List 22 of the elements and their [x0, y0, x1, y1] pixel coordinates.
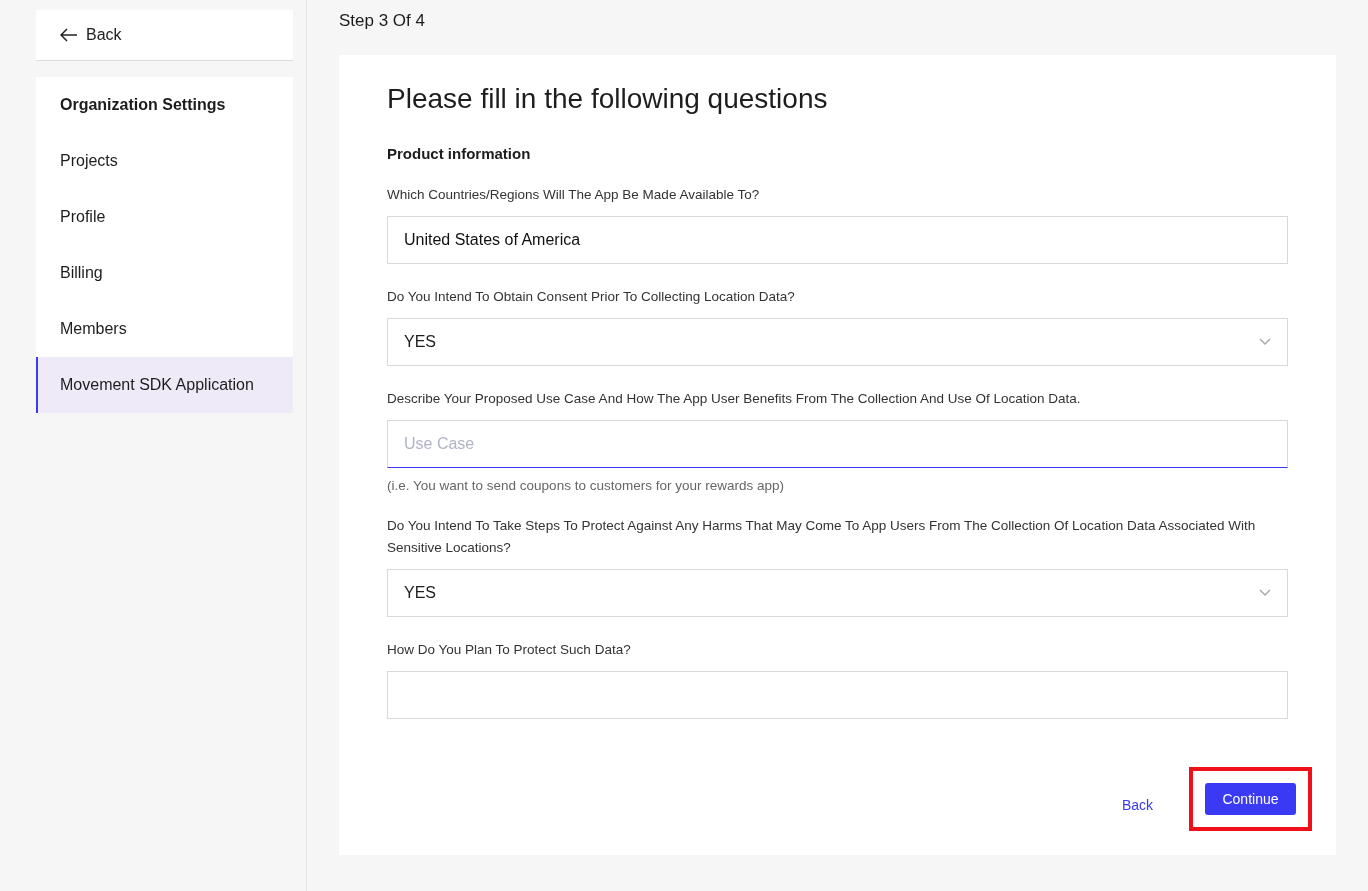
left-arrow-icon — [60, 28, 78, 42]
select-field[interactable]: YES — [387, 318, 1288, 366]
input-field[interactable]: Use Case — [387, 420, 1288, 468]
menu-item[interactable]: Movement SDK Application — [36, 357, 293, 413]
back-link[interactable]: Back — [60, 26, 122, 44]
back-link[interactable]: Back — [1121, 797, 1153, 813]
continue-button[interactable]: Continue — [1205, 783, 1296, 815]
menu-heading: Organization Settings — [59, 95, 227, 115]
field-label: How Do You Plan To Protect Such Data? — [387, 641, 632, 659]
chevron-down-icon — [1259, 589, 1271, 597]
field-label: Which Countries/Regions Will The App Be Made Available To? — [387, 186, 761, 204]
section-heading: Product information — [387, 145, 532, 162]
chevron-down-icon — [1259, 338, 1271, 346]
step-indicator: Step 3 Of 4 — [339, 10, 426, 32]
select-field[interactable]: YES — [387, 569, 1288, 617]
field-hint: (i.e. You want to send coupons to customers for your rewards app) — [387, 478, 785, 493]
input-field[interactable]: United States of America — [387, 216, 1288, 264]
field-label: Do You Intend To Obtain Consent Prior To Collecting Location Data? — [387, 288, 796, 306]
field-label: Describe Your Proposed Use Case And How The App User Benefits From The Collection And Use Of Location Data. — [387, 390, 1082, 408]
form-title: Please fill in the following questions — [387, 83, 829, 115]
field-label: Do You Intend To Take Steps To Protect Against Any Harms That May Come To App Users From The Collection Of Location Data Associated With Sensitive Locations? — [387, 517, 1257, 557]
input-field[interactable] — [387, 671, 1288, 719]
